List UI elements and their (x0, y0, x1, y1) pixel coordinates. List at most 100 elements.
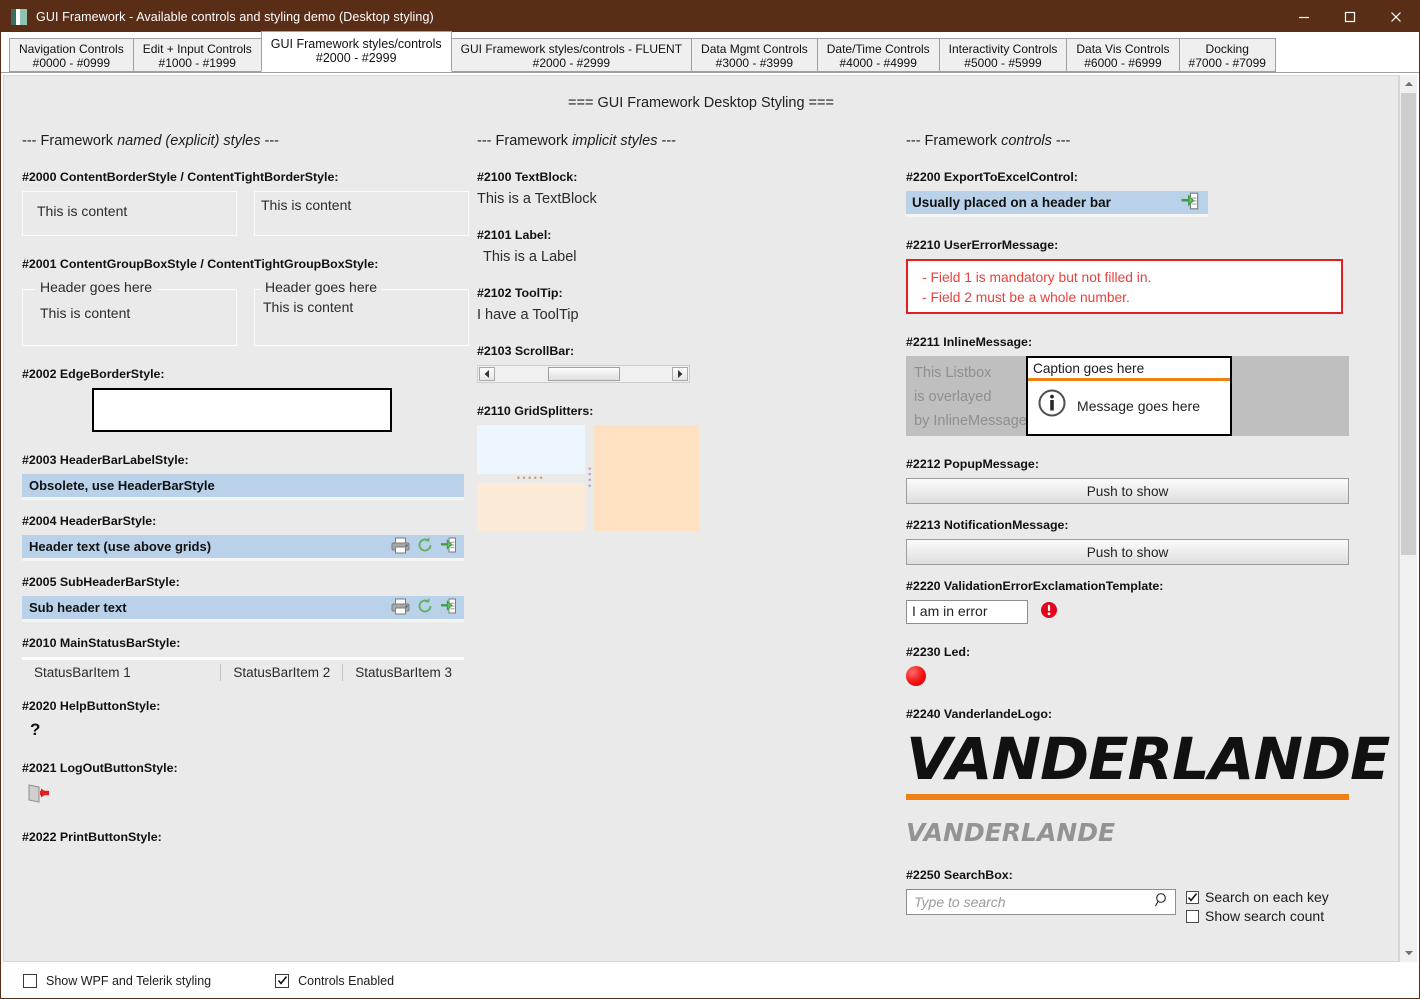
vertical-scrollbar[interactable] (1399, 75, 1417, 962)
user-error-message: - Field 1 is mandatory but not filled in… (906, 259, 1344, 314)
tab-label-line1: Data Vis Controls (1076, 42, 1170, 56)
tab-label-line1: Docking (1205, 42, 1249, 56)
window-title: GUI Framework - Available controls and s… (36, 9, 434, 24)
search-options: Search on each key Show search count (1186, 889, 1329, 924)
validation-error-input[interactable]: I am in error (906, 600, 1029, 624)
logout-button[interactable] (22, 782, 469, 809)
scroll-right-icon[interactable] (672, 367, 688, 381)
inline-message-sample: This Listbox is overlayed by InlineMessa… (906, 356, 1350, 436)
print-icon[interactable] (391, 598, 410, 618)
vertical-grid-splitter[interactable]: •••• (585, 425, 595, 531)
scrollbar-thumb[interactable] (547, 367, 620, 381)
label-2002: #2002 EdgeBorderStyle: (22, 367, 165, 381)
heading-prefix: --- Framework (22, 133, 118, 149)
tab-label-line1: GUI Framework styles/controls (270, 37, 442, 51)
export-to-excel-icon[interactable] (440, 597, 459, 618)
scroll-up-icon[interactable] (1400, 75, 1417, 93)
logout-icon (28, 784, 49, 803)
heading-prefix: --- Framework (906, 133, 1002, 149)
content-group-box: Header goes here This is content (22, 279, 237, 346)
scroll-down-icon[interactable] (1400, 944, 1417, 962)
column-implicit-styles: --- Framework implicit styles --- #2100 … (469, 133, 906, 531)
maximize-icon[interactable] (1327, 1, 1373, 32)
export-to-excel-icon[interactable] (1180, 191, 1208, 214)
label-2001: #2001 ContentGroupBoxStyle / ContentTigh… (22, 257, 379, 271)
popup-message-button[interactable]: Push to show (906, 478, 1350, 504)
inline-message-text: Message goes here (1077, 397, 1200, 414)
inline-message-card: Caption goes here Message goes here (1026, 356, 1233, 436)
scrollbar-thumb[interactable] (1401, 93, 1416, 555)
tab-label-line1: Date/Time Controls (826, 42, 930, 56)
search-input[interactable]: Type to search (914, 894, 1154, 910)
checkbox-box[interactable] (1186, 890, 1200, 904)
refresh-icon[interactable] (416, 536, 434, 557)
tab-docking[interactable]: Docking #7000 - #7099 (1178, 38, 1276, 72)
tab-date-time-controls[interactable]: Date/Time Controls #4000 - #4999 (816, 38, 940, 72)
checkbox-label: Search on each key (1205, 889, 1329, 905)
heading-prefix: --- Framework (477, 133, 573, 149)
group-box-row: Header goes here This is content Header … (22, 278, 469, 346)
splitter-pane-right (594, 425, 699, 531)
content-tight-border-box: This is content (254, 191, 469, 236)
checkbox-label: Show search count (1205, 908, 1325, 924)
close-icon[interactable] (1373, 1, 1419, 32)
checkbox-box[interactable] (275, 973, 290, 988)
checkbox-box[interactable] (23, 973, 37, 988)
user-error-line: - Field 1 is mandatory but not filled in… (922, 270, 1152, 285)
checkbox-label: Show WPF and Telerik styling (46, 973, 212, 988)
header-bar-label: Obsolete, use HeaderBarStyle (22, 474, 464, 500)
tooltip-sample[interactable]: I have a ToolTip (477, 307, 906, 323)
scroll-left-icon[interactable] (479, 367, 495, 381)
inline-message-body: Message goes here (1028, 381, 1230, 423)
sub-header-bar: Sub header text (22, 596, 464, 622)
vanderlande-logo-large: VANDERLANDE (906, 728, 1390, 790)
help-button[interactable]: ? (22, 720, 469, 740)
tab-label-line1: Interactivity Controls (948, 42, 1058, 56)
splitter-pane-top-left (477, 425, 585, 474)
minimize-icon[interactable] (1281, 1, 1327, 32)
tab-gui-framework-styles-fluent[interactable]: GUI Framework styles/controls - FLUENT #… (450, 38, 693, 72)
tab-data-vis-controls[interactable]: Data Vis Controls #6000 - #6999 (1066, 38, 1180, 72)
label-2004: #2004 HeaderBarStyle: (22, 514, 157, 528)
label-2020: #2020 HelpButtonStyle: (22, 699, 161, 713)
tab-label-line1: Data Mgmt Controls (701, 42, 808, 56)
header-bar-icons (391, 536, 464, 557)
search-box[interactable]: Type to search (906, 889, 1177, 915)
status-bar-item: StatusBarItem 1 (34, 665, 131, 680)
checkbox-controls-enabled[interactable]: Controls Enabled (275, 973, 394, 988)
print-icon[interactable] (391, 537, 410, 557)
scrollbar-track[interactable] (1400, 93, 1417, 944)
label-sample: This is a Label (483, 249, 577, 265)
tab-data-mgmt-controls[interactable]: Data Mgmt Controls #3000 - #3999 (691, 38, 818, 72)
tab-navigation-controls[interactable]: Navigation Controls #0000 - #0999 (9, 38, 134, 72)
tab-interactivity-controls[interactable]: Interactivity Controls #5000 - #5999 (938, 38, 1068, 72)
label-2211: #2211 InlineMessage: (906, 335, 1033, 349)
checkbox-show-wpf-telerik-styling[interactable]: Show WPF and Telerik styling (23, 973, 212, 988)
label-2000: #2000 ContentBorderStyle / ContentTightB… (22, 170, 339, 184)
tab-label-line2: #6000 - #6999 (1084, 56, 1162, 70)
tab-label-line2: #5000 - #5999 (964, 56, 1042, 70)
tab-gui-framework-styles[interactable]: GUI Framework styles/controls #2000 - #2… (260, 31, 452, 72)
label-2005: #2005 SubHeaderBarStyle: (22, 575, 180, 589)
label-2230: #2230 Led: (906, 645, 971, 659)
validation-error-row: I am in error (906, 600, 1380, 624)
checkbox-search-on-each-key[interactable]: Search on each key (1186, 889, 1329, 905)
search-icon[interactable] (1154, 892, 1170, 913)
notification-message-button[interactable]: Push to show (906, 539, 1350, 565)
export-to-excel-icon[interactable] (440, 536, 459, 557)
checkbox-show-search-count[interactable]: Show search count (1186, 908, 1329, 924)
refresh-icon[interactable] (416, 597, 434, 618)
label-2220: #2220 ValidationErrorExclamationTemplate… (906, 579, 1164, 593)
scrollbar-sample[interactable] (477, 365, 690, 383)
checkbox-box[interactable] (1186, 909, 1200, 923)
tab-edit-input-controls[interactable]: Edit + Input Controls #1000 - #1999 (132, 38, 262, 72)
horizontal-grid-splitter[interactable]: ••••• (477, 473, 585, 483)
